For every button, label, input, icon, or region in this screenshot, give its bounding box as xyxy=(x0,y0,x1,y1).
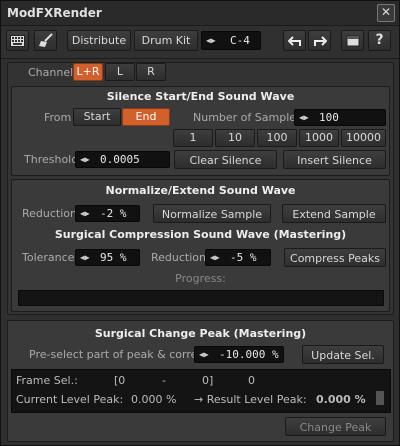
frame-selection-label: Frame Sel.: xyxy=(16,374,78,387)
normalize-reduction-value: -2 % xyxy=(100,207,127,220)
compress-peaks-button[interactable]: Compress Peaks xyxy=(284,248,386,267)
left-right-arrows-icon: ◀▶ xyxy=(80,253,90,262)
note-selector[interactable]: ◀▶ C-4 xyxy=(201,31,261,50)
samples-input[interactable]: ◀▶ 100 xyxy=(294,109,386,126)
keyboard-icon xyxy=(10,35,25,47)
preselect-input[interactable]: ◀▶ -10.000 % xyxy=(194,346,284,363)
tolerance-value: 95 % xyxy=(100,251,127,264)
drum-kit-button[interactable]: Drum Kit xyxy=(134,30,198,51)
channel-r-button[interactable]: R xyxy=(136,63,166,81)
title-bar: ModFXRender ✕ xyxy=(1,1,399,26)
insert-silence-button[interactable]: Insert Silence xyxy=(283,150,386,169)
channel-label: Channel xyxy=(28,66,74,79)
compression-reduction-input[interactable]: ◀▶ -5 % xyxy=(205,249,271,266)
left-right-arrows-icon: ◀▶ xyxy=(80,155,90,164)
samples-value: 100 xyxy=(319,111,339,124)
threshold-label: Threshold xyxy=(24,153,79,166)
progress-label: Progress: xyxy=(175,272,226,285)
peak-section: Surgical Change Peak (Mastering) Pre-sel… xyxy=(7,320,394,442)
undo-icon xyxy=(287,36,301,46)
normalize-reduction-input[interactable]: ◀▶ -2 % xyxy=(75,205,140,222)
preset-10000-button[interactable]: 10000 xyxy=(341,129,386,147)
samples-label: Number of Samples xyxy=(193,111,302,124)
preselect-label: Pre-select part of peak & correct: xyxy=(29,348,212,361)
frame-count: 0 xyxy=(248,374,255,387)
redo-icon xyxy=(313,36,327,46)
frame-dash: - xyxy=(162,374,166,387)
from-start-button[interactable]: Start xyxy=(73,108,121,126)
main-panel: Channel L+R L R Silence Start/End Sound … xyxy=(7,62,394,315)
undo-button[interactable] xyxy=(283,30,306,51)
level-indicator xyxy=(376,391,384,405)
close-button[interactable]: ✕ xyxy=(377,4,395,22)
normalize-compression-section: Normalize/Extend Sound Wave Reduction ◀▶… xyxy=(11,179,390,312)
change-peak-button[interactable]: Change Peak xyxy=(285,417,386,436)
broom-icon xyxy=(38,33,53,47)
distribute-button[interactable]: Distribute xyxy=(67,30,131,51)
window-button[interactable] xyxy=(341,30,364,51)
redo-button[interactable] xyxy=(308,30,331,51)
from-label: From xyxy=(44,111,72,124)
peak-heading: Surgical Change Peak (Mastering) xyxy=(94,327,307,340)
result-level-label: → Result Level Peak: xyxy=(194,393,307,406)
preset-100-button[interactable]: 100 xyxy=(257,129,297,147)
silence-heading: Silence Start/End Sound Wave xyxy=(106,90,295,103)
normalize-reduction-label: Reduction xyxy=(22,207,77,220)
current-level-value: 0.000 % xyxy=(131,393,177,406)
preset-1-button[interactable]: 1 xyxy=(173,129,213,147)
extend-sample-button[interactable]: Extend Sample xyxy=(282,204,386,223)
normalize-sample-button[interactable]: Normalize Sample xyxy=(153,204,271,223)
toolbar: Distribute Drum Kit ◀▶ C-4 ? xyxy=(1,26,399,59)
update-selection-button[interactable]: Update Sel. xyxy=(302,345,384,364)
compression-reduction-value: -5 % xyxy=(230,251,257,264)
left-right-arrows-icon: ◀▶ xyxy=(210,253,220,262)
clear-silence-button[interactable]: Clear Silence xyxy=(174,150,277,169)
threshold-input[interactable]: ◀▶ 0.0005 xyxy=(75,151,170,168)
peak-info-box: Frame Sel.: [0 - 0] 0 Current Level Peak… xyxy=(11,369,391,413)
compression-heading: Surgical Compression Sound Wave (Masteri… xyxy=(54,228,347,241)
frame-start: [0 xyxy=(114,374,126,387)
result-level-value: 0.000 % xyxy=(316,393,366,406)
left-right-arrows-icon: ◀▶ xyxy=(80,209,90,218)
preset-10-button[interactable]: 10 xyxy=(215,129,255,147)
tolerance-label: Tolerance xyxy=(22,251,75,264)
window-title: ModFXRender xyxy=(7,6,102,20)
frame-end: 0] xyxy=(202,374,214,387)
broom-button[interactable] xyxy=(34,30,57,51)
channel-l-button[interactable]: L xyxy=(105,63,135,81)
preset-1000-button[interactable]: 1000 xyxy=(299,129,339,147)
note-value: C-4 xyxy=(230,34,250,47)
left-right-arrows-icon: ◀▶ xyxy=(199,350,209,359)
threshold-value: 0.0005 xyxy=(100,153,140,166)
silence-section: Silence Start/End Sound Wave From Start … xyxy=(11,86,390,176)
left-right-arrows-icon: ◀▶ xyxy=(206,36,216,45)
preselect-value: -10.000 % xyxy=(219,348,279,361)
progress-bar xyxy=(18,290,384,306)
left-right-arrows-icon: ◀▶ xyxy=(299,113,309,122)
tolerance-input[interactable]: ◀▶ 95 % xyxy=(75,249,140,266)
help-button[interactable]: ? xyxy=(368,30,391,51)
keyboard-button[interactable] xyxy=(6,30,29,51)
normalize-heading: Normalize/Extend Sound Wave xyxy=(105,184,296,197)
current-level-label: Current Level Peak: xyxy=(16,393,124,406)
from-end-button[interactable]: End xyxy=(122,108,170,126)
compression-reduction-label: Reduction xyxy=(151,251,206,264)
modfxrender-window: ModFXRender ✕ Distribute Drum Kit ◀▶ C-4 xyxy=(0,0,400,446)
channel-lr-button[interactable]: L+R xyxy=(73,63,103,81)
window-icon xyxy=(346,35,359,47)
